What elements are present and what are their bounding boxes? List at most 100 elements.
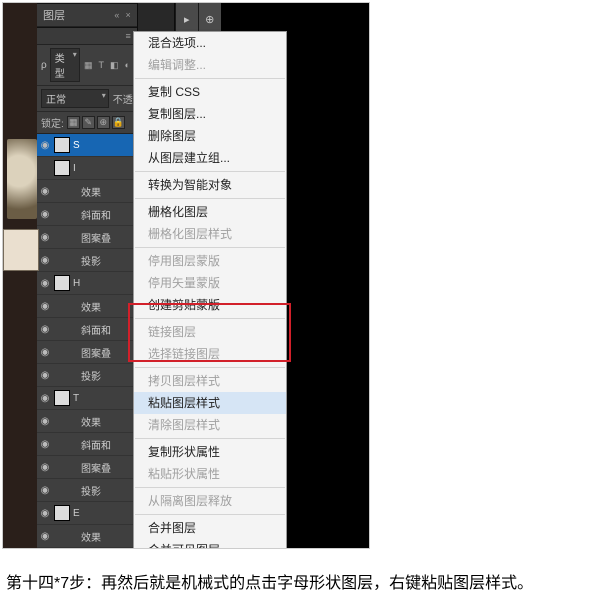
- filter-kind-dropdown[interactable]: 类型: [50, 48, 80, 82]
- layer-context-menu[interactable]: 混合选项...编辑调整... 复制 CSS复制图层...删除图层从图层建立组...…: [133, 31, 287, 549]
- tutorial-caption: 第十四*7步：再然后就是机械式的点击字母形状图层，右键粘贴图层样式。: [0, 551, 592, 603]
- menu-item[interactable]: 复制形状属性: [134, 441, 286, 463]
- visibility-eye-icon[interactable]: ◉: [39, 209, 51, 220]
- layer-name: 投影: [69, 368, 135, 383]
- menu-item: 编辑调整...: [134, 54, 286, 76]
- visibility-eye-icon[interactable]: ◉: [39, 255, 51, 266]
- layer-thumb: [54, 390, 70, 406]
- visibility-eye-icon[interactable]: ◉: [39, 393, 51, 404]
- menu-item[interactable]: 转换为智能对象: [134, 174, 286, 196]
- layer-name: 图案叠: [69, 460, 135, 475]
- layer-name: 效果: [69, 414, 135, 429]
- visibility-eye-icon[interactable]: ◉: [39, 347, 51, 358]
- layer-name: 斜面和: [69, 322, 135, 337]
- menu-item: 拷贝图层样式: [134, 370, 286, 392]
- canvas-artwork: [7, 139, 37, 219]
- layer-thumb: [54, 137, 70, 153]
- visibility-eye-icon[interactable]: ◉: [39, 324, 51, 335]
- layer-effect-row[interactable]: ◉ 斜面和: [37, 433, 137, 456]
- lock-icon[interactable]: 🔒: [112, 116, 125, 129]
- menu-item[interactable]: 栅格化图层: [134, 201, 286, 223]
- visibility-eye-icon[interactable]: ◉: [39, 462, 51, 473]
- menu-item[interactable]: 合并可见图层: [134, 539, 286, 549]
- panel-title: 图层: [43, 7, 65, 23]
- layer-name: 效果: [69, 299, 135, 314]
- layer-name: 投影: [69, 483, 135, 498]
- visibility-eye-icon[interactable]: ◉: [39, 416, 51, 427]
- lock-row: 锁定: ▦✎⊕🔒: [37, 112, 137, 134]
- menu-item: 栅格化图层样式: [134, 223, 286, 245]
- canvas-artwork-frame: [3, 229, 39, 271]
- menu-item: 链接图层: [134, 321, 286, 343]
- layer-name: 效果: [69, 184, 135, 199]
- layer-effect-row[interactable]: ◉ 图案叠: [37, 341, 137, 364]
- layer-effect-row[interactable]: ◉ 效果: [37, 525, 137, 548]
- visibility-eye-icon[interactable]: ◉: [39, 140, 51, 151]
- visibility-eye-icon[interactable]: ◉: [39, 232, 51, 243]
- layer-effect-row[interactable]: ◉ 斜面和: [37, 318, 137, 341]
- opacity-label: 不透: [113, 91, 133, 106]
- screenshot-area: 图层 « × ≡ ρ 类型 ▦T◧◐ 正常 不透 锁定: ▦✎⊕🔒: [2, 2, 370, 549]
- menu-item: 粘贴形状属性: [134, 463, 286, 485]
- visibility-eye-icon[interactable]: ◉: [39, 508, 51, 519]
- layer-effect-row[interactable]: ◉ 效果: [37, 180, 137, 203]
- menu-item[interactable]: 合并图层: [134, 517, 286, 539]
- menu-item: 停用矢量蒙版: [134, 272, 286, 294]
- layer-effect-row[interactable]: ◉ 效果: [37, 410, 137, 433]
- layer-name: E: [73, 508, 135, 519]
- menu-item[interactable]: 创建剪贴蒙版: [134, 294, 286, 316]
- blend-mode-dropdown[interactable]: 正常: [41, 89, 109, 108]
- panel-menu-icon[interactable]: ≡: [37, 27, 137, 45]
- menu-item[interactable]: 粘贴图层样式: [134, 392, 286, 414]
- layers-list[interactable]: ◉SI◉效果◉斜面和◉图案叠◉投影◉H◉效果◉斜面和◉图案叠◉投影◉T◉效果◉斜…: [37, 134, 137, 548]
- tool-button[interactable]: ▸: [177, 9, 197, 29]
- layer-name: 斜面和: [69, 437, 135, 452]
- visibility-eye-icon[interactable]: ◉: [39, 531, 51, 542]
- lock-icon[interactable]: ⊕: [97, 116, 110, 129]
- layer-effect-row[interactable]: ◉ 投影: [37, 364, 137, 387]
- blend-row: 正常 不透: [37, 86, 137, 112]
- layer-row[interactable]: ◉E: [37, 502, 137, 525]
- chevron-icon[interactable]: «: [114, 10, 119, 20]
- lock-icon[interactable]: ✎: [82, 116, 95, 129]
- close-icon[interactable]: ×: [125, 10, 130, 20]
- layer-name: 效果: [69, 529, 135, 544]
- menu-item: 清除图层样式: [134, 414, 286, 436]
- filter-icon[interactable]: ◐: [122, 60, 133, 71]
- visibility-eye-icon[interactable]: ◉: [39, 370, 51, 381]
- layer-row[interactable]: ◉S: [37, 134, 137, 157]
- filter-icon[interactable]: T: [96, 60, 107, 71]
- menu-item[interactable]: 复制 CSS: [134, 81, 286, 103]
- layer-effect-row[interactable]: ◉ 图案叠: [37, 226, 137, 249]
- filter-icon[interactable]: ◧: [109, 60, 120, 71]
- menu-item: 停用图层蒙版: [134, 250, 286, 272]
- layer-row[interactable]: ◉T: [37, 387, 137, 410]
- panel-header: 图层 « ×: [37, 3, 137, 27]
- layer-effect-row[interactable]: ◉ 效果: [37, 295, 137, 318]
- menu-item[interactable]: 删除图层: [134, 125, 286, 147]
- menu-item[interactable]: 混合选项...: [134, 32, 286, 54]
- tool-button[interactable]: ⊕: [200, 9, 220, 29]
- visibility-eye-icon[interactable]: ◉: [39, 301, 51, 312]
- layer-name: 图案叠: [69, 345, 135, 360]
- visibility-eye-icon[interactable]: ◉: [39, 278, 51, 289]
- layer-name: S: [73, 140, 135, 151]
- filter-icon[interactable]: ▦: [83, 60, 94, 71]
- visibility-eye-icon[interactable]: ◉: [39, 186, 51, 197]
- layer-name: H: [73, 278, 135, 289]
- layer-row[interactable]: I: [37, 157, 137, 180]
- visibility-eye-icon[interactable]: ◉: [39, 485, 51, 496]
- layer-effect-row[interactable]: ◉斜面和: [37, 203, 137, 226]
- layer-row[interactable]: ◉H: [37, 272, 137, 295]
- menu-item: 从隔离图层释放: [134, 490, 286, 512]
- layer-effect-row[interactable]: ◉ 投影: [37, 479, 137, 502]
- layer-name: 图案叠: [69, 230, 135, 245]
- menu-item[interactable]: 复制图层...: [134, 103, 286, 125]
- layer-effect-row[interactable]: ◉ 图案叠: [37, 456, 137, 479]
- layer-effect-row[interactable]: ◉ 投影: [37, 249, 137, 272]
- layers-panel: 图层 « × ≡ ρ 类型 ▦T◧◐ 正常 不透 锁定: ▦✎⊕🔒: [37, 3, 137, 548]
- menu-item[interactable]: 从图层建立组...: [134, 147, 286, 169]
- lock-icon[interactable]: ▦: [67, 116, 80, 129]
- layer-name: 投影: [69, 253, 135, 268]
- visibility-eye-icon[interactable]: ◉: [39, 439, 51, 450]
